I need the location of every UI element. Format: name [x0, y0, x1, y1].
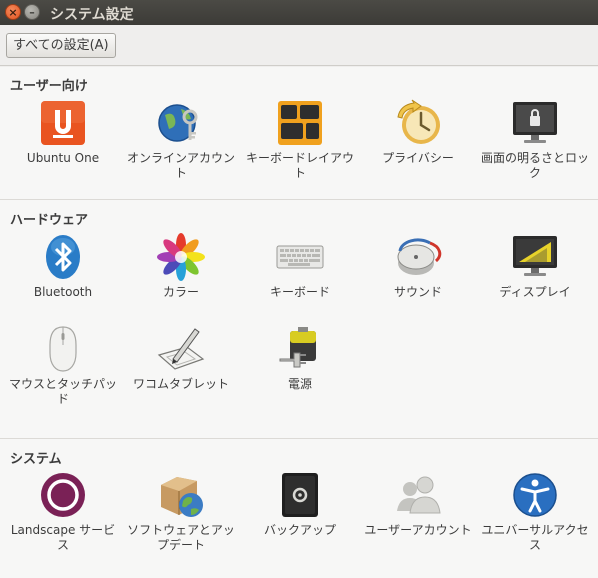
- section-title-hardware: ハードウェア: [10, 213, 89, 228]
- settings-item-display[interactable]: ディスプレイ: [475, 233, 595, 300]
- privacy-icon: [397, 99, 440, 144]
- item-label: 画面の明るさとロック: [480, 151, 589, 180]
- settings-item-bluetooth[interactable]: Bluetooth: [3, 233, 123, 300]
- settings-item-user-accounts[interactable]: ユーザーアカウント: [358, 471, 478, 538]
- item-label: マウスとタッチパッド: [8, 377, 117, 406]
- settings-item-sound[interactable]: サウンド: [358, 233, 478, 300]
- settings-item-backup[interactable]: バックアップ: [240, 471, 360, 538]
- close-window-button[interactable]: ×: [5, 4, 21, 20]
- display-icon: [513, 236, 557, 276]
- item-label: サウンド: [393, 285, 442, 299]
- software-updates-icon: [161, 477, 203, 517]
- item-label: Ubuntu One: [26, 151, 100, 165]
- item-label: キーボード: [269, 285, 330, 299]
- landscape-icon: [41, 473, 85, 517]
- settings-item-brightness-lock[interactable]: 画面の明るさとロック: [475, 99, 595, 181]
- brightness-lock-icon: [513, 102, 557, 143]
- item-label: Landscape サービス: [10, 523, 116, 552]
- item-label: バックアップ: [263, 523, 336, 537]
- section-divider: [0, 438, 598, 439]
- user-accounts-icon: [397, 476, 441, 514]
- online-accounts-icon: [158, 104, 198, 142]
- settings-item-ubuntu-one[interactable]: Ubuntu One: [3, 99, 123, 166]
- settings-item-privacy[interactable]: プライバシー: [358, 99, 478, 166]
- settings-item-color[interactable]: カラー: [121, 233, 241, 300]
- settings-item-online-accounts[interactable]: オンラインアカウント: [121, 99, 241, 181]
- keyboard-layout-icon: [278, 101, 322, 145]
- minimize-window-button[interactable]: –: [24, 4, 40, 20]
- settings-item-software-updates[interactable]: ソフトウェアとアップデート: [121, 471, 241, 553]
- settings-item-power[interactable]: 電源: [240, 325, 360, 392]
- settings-panel: ユーザー向け Ubuntu One オンラインアカウント キーボードレイアウト …: [0, 67, 598, 578]
- item-label: プライバシー: [382, 151, 454, 165]
- minimize-icon: –: [29, 5, 35, 19]
- settings-item-keyboard[interactable]: キーボード: [240, 233, 360, 300]
- section-title-system: システム: [10, 452, 62, 467]
- item-label: ソフトウェアとアップデート: [127, 523, 235, 552]
- close-icon: ×: [8, 5, 18, 19]
- settings-item-wacom-tablet[interactable]: ワコムタブレット: [121, 325, 241, 392]
- all-settings-button[interactable]: すべての設定(A): [6, 33, 116, 58]
- item-label: ワコムタブレット: [132, 377, 229, 391]
- keyboard-icon: [276, 245, 324, 269]
- settings-item-landscape[interactable]: Landscape サービス: [3, 471, 123, 553]
- settings-item-mouse-touchpad[interactable]: マウスとタッチパッド: [3, 325, 123, 407]
- sound-icon: [397, 238, 442, 275]
- item-label: ユーザーアカウント: [364, 523, 472, 537]
- wacom-tablet-icon: [157, 328, 205, 370]
- section-title-personal: ユーザー向け: [10, 79, 88, 94]
- mouse-icon: [49, 326, 77, 372]
- item-label: キーボードレイアウト: [245, 151, 354, 180]
- power-icon: [279, 327, 316, 368]
- backup-icon: [282, 473, 318, 517]
- window-title: システム設定: [50, 7, 134, 23]
- ubuntu-one-icon: [41, 101, 85, 145]
- section-divider: [0, 199, 598, 200]
- item-label: ユニバーサルアクセス: [481, 523, 589, 552]
- item-label: オンラインアカウント: [126, 151, 235, 180]
- item-label: ディスプレイ: [499, 285, 571, 299]
- universal-access-icon: [513, 473, 557, 517]
- toolbar: すべての設定(A): [0, 25, 598, 66]
- item-label: カラー: [162, 285, 199, 299]
- title-bar: × – システム設定: [0, 0, 598, 25]
- bluetooth-icon: [46, 235, 80, 279]
- item-label: 電源: [287, 377, 312, 391]
- settings-item-universal-access[interactable]: ユニバーサルアクセス: [475, 471, 595, 553]
- settings-item-keyboard-layout[interactable]: キーボードレイアウト: [240, 99, 360, 181]
- color-icon: [157, 233, 205, 281]
- item-label: Bluetooth: [33, 285, 93, 299]
